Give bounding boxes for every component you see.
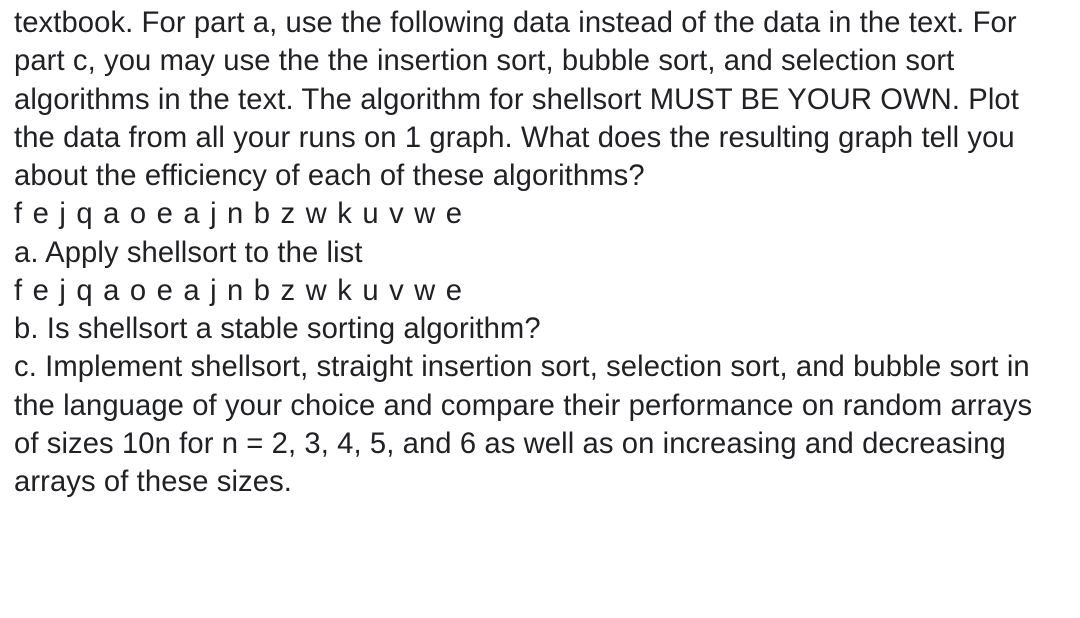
data-sequence-1: f e j q a o e a j n b z w k u v w e	[14, 195, 1062, 233]
part-a: a. Apply shellsort to the list	[14, 234, 1062, 272]
problem-text: textbook. For part a, use the following …	[0, 0, 1080, 509]
data-sequence-2: f e j q a o e a j n b z w k u v w e	[14, 272, 1062, 310]
intro-paragraph: textbook. For part a, use the following …	[14, 4, 1062, 195]
part-c: c. Implement shellsort, straight inserti…	[14, 348, 1062, 501]
part-b: b. Is shellsort a stable sorting algorit…	[14, 310, 1062, 348]
